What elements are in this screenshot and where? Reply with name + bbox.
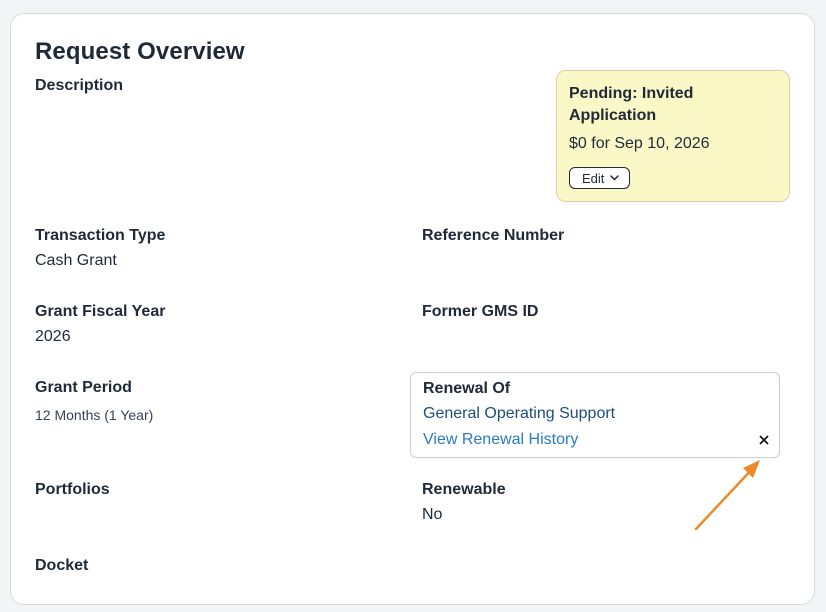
edit-status-button[interactable]: Edit [569, 167, 631, 189]
edit-button-label: Edit [582, 170, 605, 186]
transaction-type-label: Transaction Type [35, 227, 166, 244]
request-overview-card: Request Overview Description Pending: In… [10, 13, 815, 605]
view-renewal-history-link[interactable]: View Renewal History [423, 431, 578, 449]
status-amount: $0 for Sep 10, 2026 [569, 135, 710, 152]
docket-label: Docket [35, 557, 89, 574]
renewal-of-label: Renewal Of [423, 380, 511, 397]
transaction-type-value: Cash Grant [35, 252, 117, 269]
renewal-of-panel: Renewal Of General Operating Support Vie… [410, 372, 780, 458]
description-label: Description [35, 77, 124, 94]
renewal-of-link[interactable]: General Operating Support [423, 405, 615, 423]
renewable-value: No [422, 506, 443, 523]
close-icon[interactable] [757, 433, 771, 447]
renewable-label: Renewable [422, 481, 506, 498]
portfolios-label: Portfolios [35, 481, 110, 498]
fiscal-year-label: Grant Fiscal Year [35, 303, 166, 320]
status-panel: Pending: Invited Application $0 for Sep … [556, 70, 790, 202]
status-title: Pending: Invited Application [569, 85, 694, 124]
fiscal-year-value: 2026 [35, 328, 71, 345]
reference-number-label: Reference Number [422, 227, 565, 244]
grant-period-label: Grant Period [35, 379, 132, 396]
annotation-arrow [694, 460, 760, 531]
chevron-down-icon [610, 175, 620, 181]
former-gms-id-label: Former GMS ID [422, 303, 539, 320]
grant-period-value: 12 Months (1 Year) [35, 407, 154, 423]
page-title: Request Overview [35, 38, 245, 65]
